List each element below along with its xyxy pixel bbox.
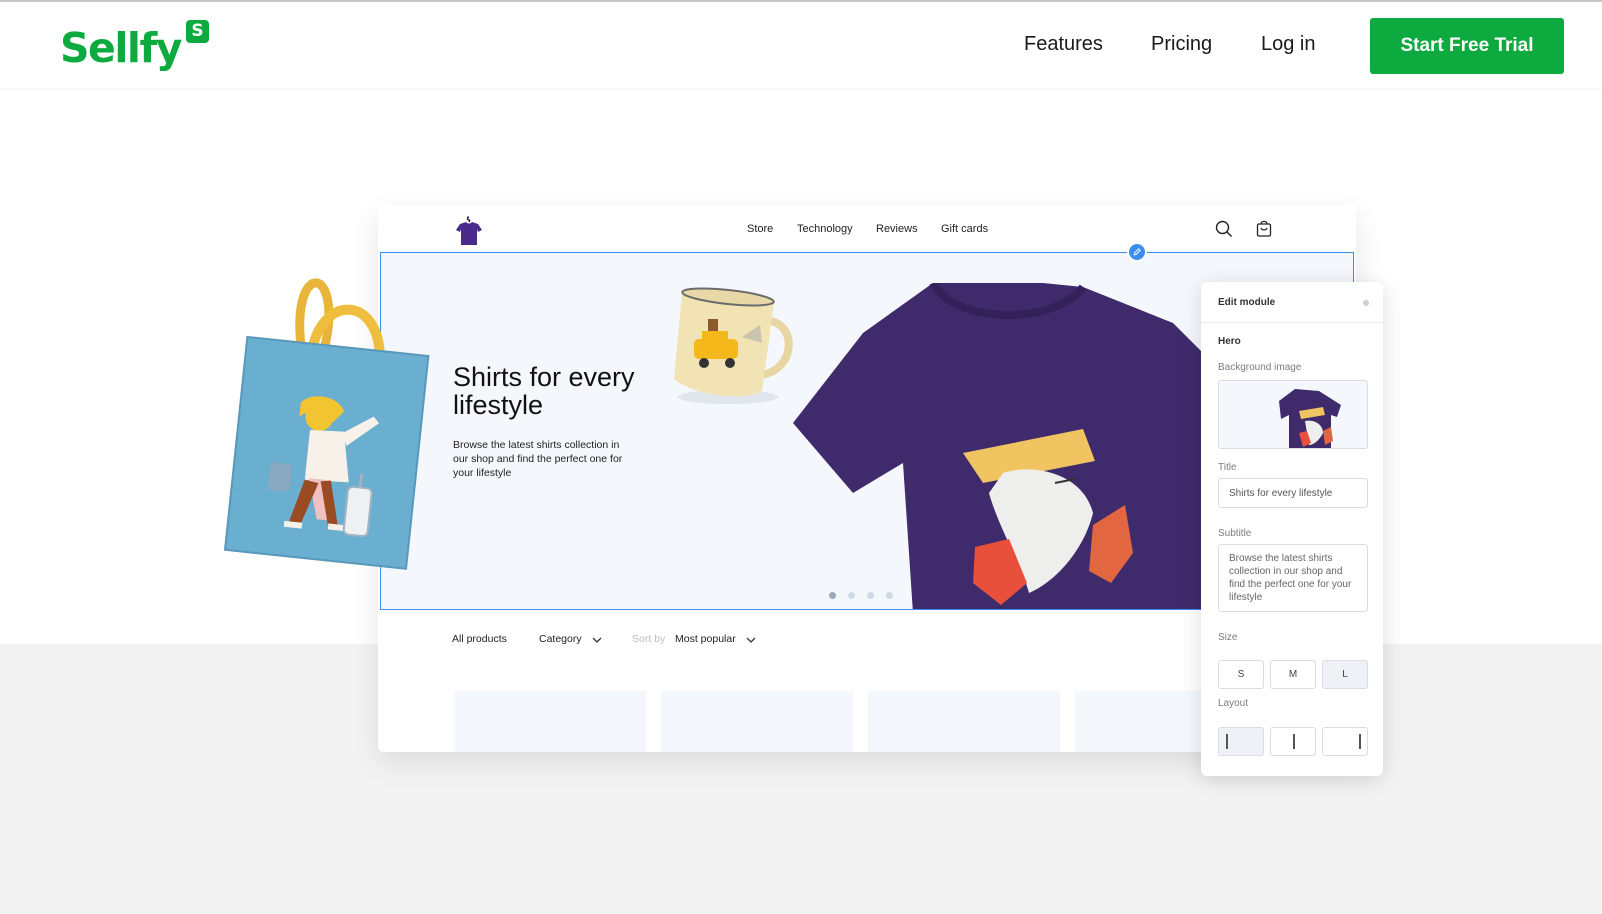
- search-icon[interactable]: [1215, 220, 1233, 238]
- tote-bag-illustration: [223, 278, 430, 570]
- title-input[interactable]: [1218, 478, 1368, 508]
- filter-category[interactable]: Category: [539, 633, 582, 645]
- layout-left-option[interactable]: [1218, 727, 1264, 756]
- title-label: Title: [1218, 462, 1237, 473]
- top-navbar: Sellfy S Features Pricing Log in Start F…: [0, 0, 1602, 88]
- size-option-l[interactable]: L: [1322, 660, 1368, 689]
- start-free-trial-button[interactable]: Start Free Trial: [1370, 18, 1564, 74]
- nav-features-link[interactable]: Features: [1024, 33, 1103, 56]
- shop-nav-store[interactable]: Store: [747, 223, 773, 235]
- hero-subtitle: Browse the latest shirts collection in o…: [453, 439, 623, 479]
- size-option-s[interactable]: S: [1218, 660, 1264, 689]
- product-card[interactable]: [868, 691, 1060, 752]
- carousel-dot[interactable]: [867, 592, 874, 599]
- size-option-m[interactable]: M: [1270, 660, 1316, 689]
- product-card[interactable]: [661, 691, 853, 752]
- panel-header: Edit module: [1201, 282, 1383, 323]
- layout-center-option[interactable]: [1270, 727, 1316, 756]
- shop-nav-reviews[interactable]: Reviews: [876, 223, 918, 235]
- bg-image-picker[interactable]: [1218, 380, 1368, 449]
- mug-illustration: [674, 287, 793, 404]
- edit-pencil-icon[interactable]: [1127, 242, 1147, 262]
- filter-all-products[interactable]: All products: [452, 633, 507, 645]
- chevron-down-icon[interactable]: [746, 637, 756, 643]
- layout-label: Layout: [1218, 698, 1249, 709]
- section-hero-label: Hero: [1218, 336, 1241, 347]
- size-label: Size: [1218, 632, 1238, 643]
- sort-dropdown[interactable]: Most popular: [675, 633, 736, 645]
- carousel-dot[interactable]: [848, 592, 855, 599]
- logo-wordmark: Sellfy: [60, 24, 183, 72]
- shop-nav-technology[interactable]: Technology: [797, 223, 853, 235]
- nav-login-link[interactable]: Log in: [1261, 33, 1316, 56]
- subtitle-textarea[interactable]: Browse the latest shirts collection in o…: [1218, 544, 1368, 612]
- shop-nav-gift-cards[interactable]: Gift cards: [941, 223, 988, 235]
- cart-icon[interactable]: [1256, 219, 1272, 237]
- bg-image-thumbnail: [1219, 381, 1367, 448]
- chevron-down-icon[interactable]: [592, 637, 602, 643]
- shop-tshirt-logo-icon: [456, 216, 482, 245]
- carousel-dot[interactable]: [886, 592, 893, 599]
- carousel-dot[interactable]: [829, 592, 836, 599]
- bg-image-label: Background image: [1218, 362, 1302, 373]
- panel-menu-dot[interactable]: [1363, 300, 1369, 306]
- hero-carousel-dots[interactable]: [829, 586, 905, 604]
- product-card[interactable]: [454, 691, 646, 752]
- subtitle-label: Subtitle: [1218, 528, 1252, 539]
- logo-badge: S: [186, 20, 209, 43]
- layout-right-option[interactable]: [1322, 727, 1368, 756]
- tshirt-illustration: [793, 283, 1213, 609]
- edit-module-panel: Edit module Hero Background image Title …: [1201, 282, 1383, 776]
- panel-title: Edit module: [1218, 297, 1276, 308]
- sort-by-label: Sort by: [632, 633, 666, 645]
- nav-pricing-link[interactable]: Pricing: [1151, 33, 1212, 56]
